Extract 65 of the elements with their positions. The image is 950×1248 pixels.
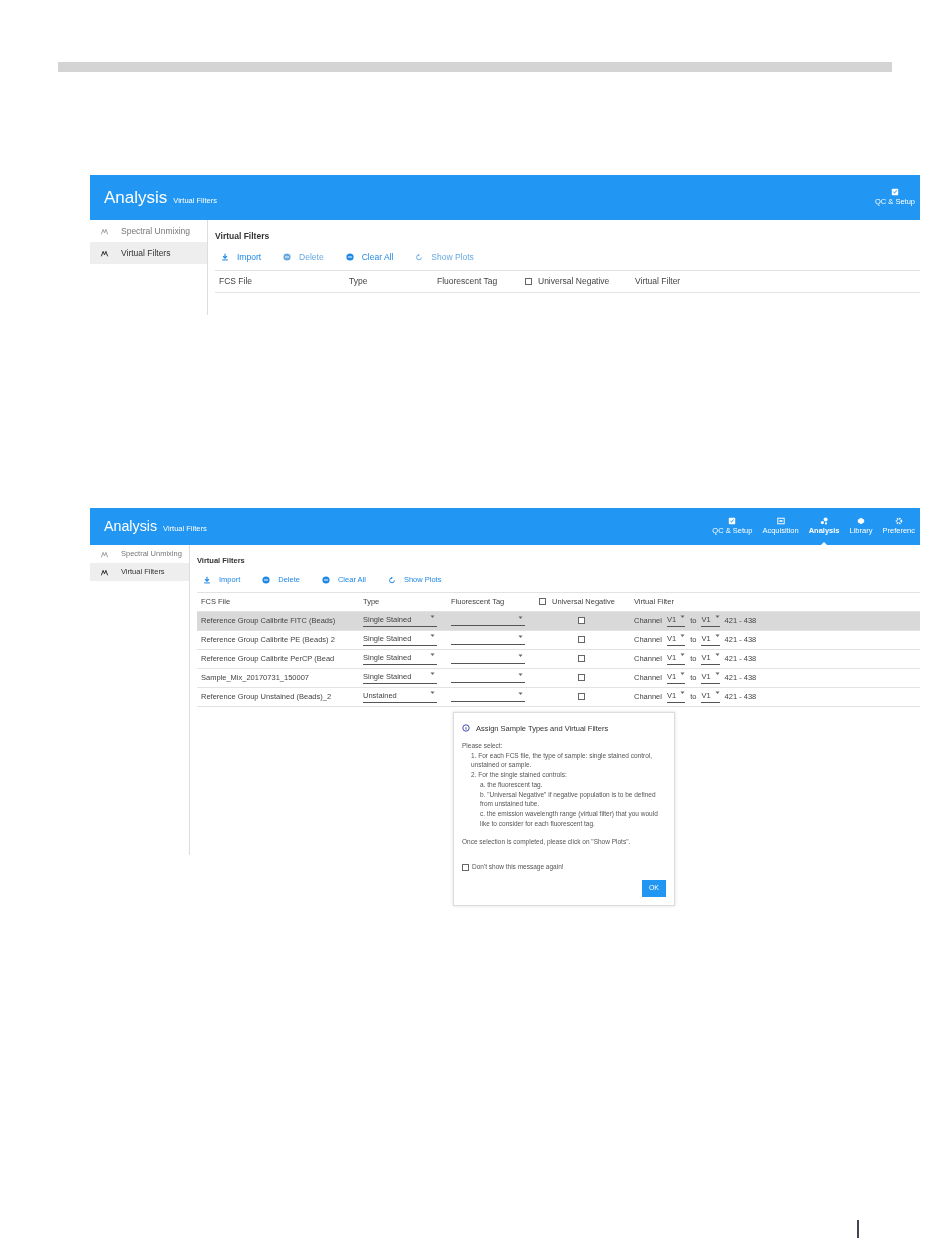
- toolbar-button[interactable]: Import: [221, 248, 262, 266]
- minus-circle-icon: [283, 253, 292, 262]
- peaks-icon: [100, 249, 109, 257]
- sidebar-item[interactable]: Spectral Unmixing: [90, 220, 207, 242]
- refresh-icon: [387, 575, 396, 584]
- cube-icon: [857, 516, 865, 525]
- checkbox[interactable]: [577, 693, 585, 700]
- minus-circle-icon: [262, 575, 271, 584]
- checkbox[interactable]: [577, 617, 585, 624]
- tag-dropdown[interactable]: [451, 653, 525, 664]
- tag-dropdown[interactable]: [451, 615, 525, 626]
- refresh-icon: [415, 253, 424, 262]
- caret-icon: [429, 652, 435, 658]
- gear-icon: [894, 516, 903, 525]
- caret-icon: [714, 671, 720, 677]
- column-header: Universal Negative: [538, 274, 610, 288]
- caret-icon: [517, 672, 523, 678]
- caret-icon: [680, 633, 686, 639]
- app-title: Analysis: [104, 516, 158, 536]
- checkbox[interactable]: [577, 655, 585, 662]
- checkbox[interactable]: [462, 863, 469, 871]
- caret-icon: [517, 653, 523, 659]
- caret-icon: [429, 690, 435, 696]
- caret-icon: [714, 614, 720, 620]
- checkbox[interactable]: [577, 674, 585, 681]
- caret-icon: [517, 634, 523, 640]
- caret-icon: [714, 690, 720, 696]
- caret-icon: [517, 691, 523, 697]
- caret-icon: [517, 615, 523, 621]
- peaks-icon: [100, 568, 109, 576]
- minus-circle-icon: [321, 575, 330, 584]
- app-title: Analysis: [104, 186, 168, 209]
- column-header: Virtual Filter: [635, 274, 681, 288]
- caret-icon: [429, 671, 435, 677]
- toolbar-button[interactable]: Clear All: [345, 248, 394, 266]
- checkbox[interactable]: [539, 598, 546, 605]
- caret-icon: [680, 614, 686, 620]
- column-header: FCS File: [219, 274, 253, 288]
- panel-title: Virtual Filters: [215, 230, 271, 243]
- caret-icon: [429, 633, 435, 639]
- sidebar-item[interactable]: Virtual Filters: [90, 242, 207, 264]
- download-icon: [221, 253, 229, 262]
- caret-icon: [714, 633, 720, 639]
- caret-icon: [680, 671, 686, 677]
- download-icon: [203, 575, 211, 584]
- peaks-icon: [100, 550, 109, 558]
- column-header: Fluorescent Tag: [437, 274, 498, 288]
- checkbox-icon: [728, 516, 737, 525]
- checkbox[interactable]: [577, 636, 585, 643]
- margin-rule: [857, 1220, 859, 1238]
- peaks-icon: [100, 227, 109, 235]
- caret-icon: [680, 690, 686, 696]
- info-circle-icon: [462, 724, 470, 733]
- dots-icon: [820, 516, 829, 525]
- tag-dropdown[interactable]: [451, 691, 525, 702]
- monitor-icon: [776, 516, 785, 525]
- tag-dropdown[interactable]: [451, 672, 525, 683]
- checkbox-icon: [891, 187, 899, 196]
- caret-icon: [429, 614, 435, 620]
- checkbox[interactable]: [525, 277, 532, 285]
- column-header: Type: [349, 274, 368, 288]
- caret-icon: [680, 652, 686, 658]
- minus-circle-icon: [345, 253, 354, 262]
- caret-icon: [714, 652, 720, 658]
- tag-dropdown[interactable]: [451, 634, 525, 645]
